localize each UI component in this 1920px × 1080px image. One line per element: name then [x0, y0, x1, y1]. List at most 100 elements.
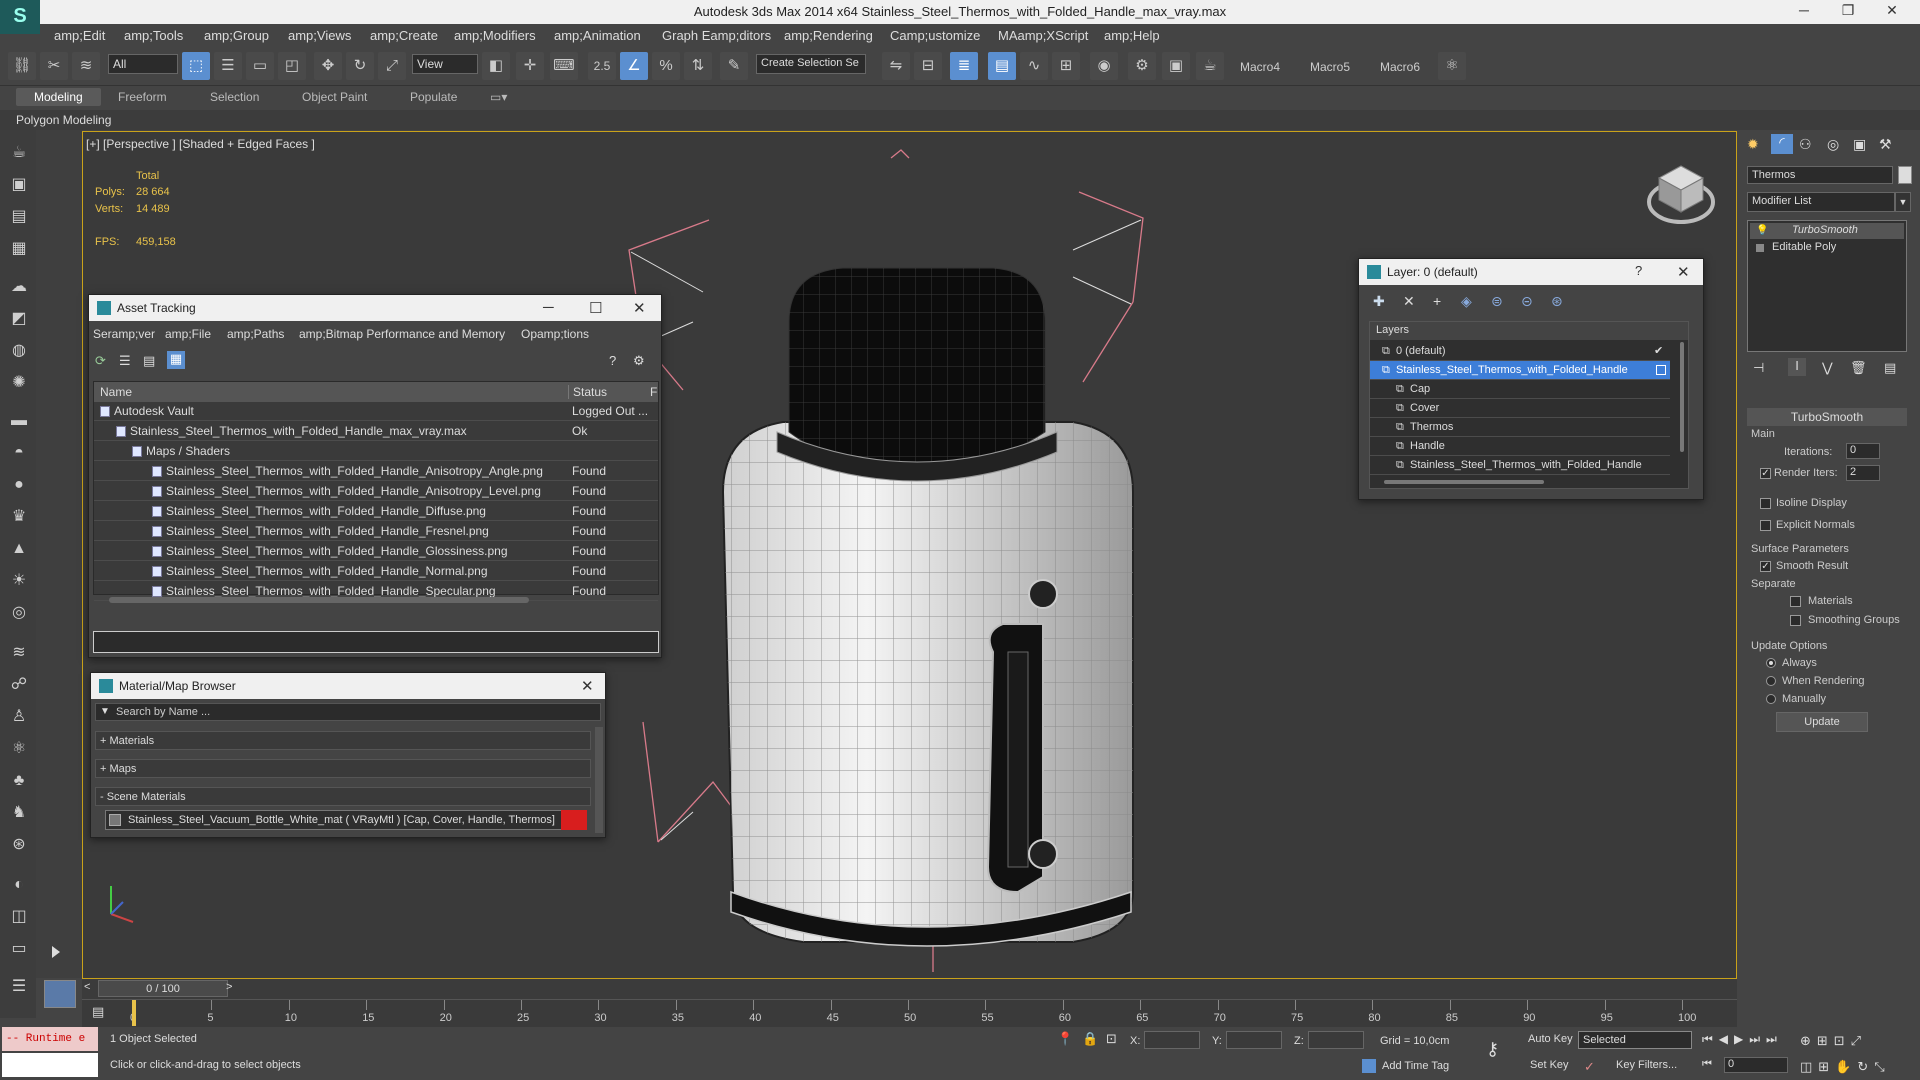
current-layer-check-icon[interactable]: ✔ — [1654, 342, 1663, 360]
column-status[interactable]: Status — [568, 385, 607, 399]
menu-animation[interactable]: amp;Animation — [554, 28, 641, 43]
key-icon[interactable]: ⚷ — [1486, 1039, 1499, 1060]
layer-manager-icon[interactable]: ≣ — [950, 52, 978, 80]
lock-selection-icon[interactable]: 🔒 — [1082, 1031, 1098, 1047]
horizontal-scrollbar[interactable] — [1384, 480, 1544, 484]
update-when-rendering-radio[interactable] — [1766, 676, 1776, 686]
horizontal-scrollbar[interactable] — [109, 597, 529, 603]
tab-freeform[interactable]: Freeform — [118, 90, 167, 104]
pin-stack-icon[interactable]: ⊣ — [1753, 360, 1764, 376]
curve-editor-icon[interactable]: ∿ — [1020, 52, 1048, 80]
explicit-normals-checkbox[interactable] — [1760, 520, 1771, 531]
tab-populate[interactable]: Populate — [410, 90, 457, 104]
close-button[interactable]: ✕ — [1677, 263, 1690, 281]
menu-create[interactable]: amp;Create — [370, 28, 438, 43]
vertical-scrollbar[interactable] — [595, 727, 603, 833]
time-tag-icon[interactable] — [1362, 1059, 1376, 1073]
schematic-view-icon[interactable]: ⊞ — [1052, 52, 1080, 80]
layer-row[interactable]: ⧉ Handle — [1370, 437, 1670, 456]
material-editor-icon[interactable]: ◉ — [1090, 52, 1118, 80]
material-slot-icon[interactable]: ◫ — [8, 906, 30, 928]
snaps-toggle-icon[interactable]: 2.5 — [588, 52, 616, 80]
hide-layers-icon[interactable]: ⊝ — [1521, 293, 1533, 310]
display-tab-icon[interactable]: ▣ — [1853, 136, 1866, 153]
expand-arrow-icon[interactable] — [52, 946, 60, 958]
select-object-icon[interactable]: ⬚ — [182, 52, 210, 80]
asset-menu-paths[interactable]: amp;Paths — [227, 327, 284, 341]
viewport-nav-controls[interactable]: ⊕⊞⊡⤢ — [1800, 1033, 1867, 1049]
gizmo-icon[interactable]: ◍ — [8, 340, 30, 362]
layer-row[interactable]: ⧉ Thermos — [1370, 418, 1670, 437]
disc-icon[interactable]: ◎ — [8, 602, 30, 624]
object-name-field[interactable]: Thermos — [1747, 166, 1893, 184]
angle-snap-icon[interactable]: ∠ — [620, 52, 648, 80]
link-icon[interactable]: ⛓ — [8, 52, 36, 80]
edit-named-selection-icon[interactable]: ✎ — [720, 52, 748, 80]
time-slider-thumb[interactable]: 0 / 100 — [98, 980, 228, 997]
render-setup-icon[interactable]: ⚙ — [1128, 52, 1156, 80]
update-always-radio[interactable] — [1766, 658, 1776, 668]
teapot-tool-icon[interactable]: ☕ — [8, 142, 30, 164]
y-coord-field[interactable] — [1226, 1031, 1282, 1049]
prev-frame-icon[interactable]: < — [84, 981, 90, 993]
menu-tools[interactable]: amp;Tools — [124, 28, 183, 43]
freeze-layers-icon[interactable]: ⊛ — [1551, 293, 1563, 310]
help-icon[interactable]: ? — [609, 353, 616, 368]
asset-row[interactable]: Stainless_Steel_Thermos_with_Folded_Hand… — [94, 482, 658, 501]
close-button[interactable]: ✕ — [633, 299, 646, 317]
asset-row[interactable]: Autodesk Vault Logged Out ... — [94, 402, 658, 421]
teapot-icon[interactable]: ⚛ — [1438, 52, 1466, 80]
make-unique-icon[interactable]: ⋁ — [1822, 360, 1833, 376]
atom-icon[interactable]: ⚛ — [8, 738, 30, 760]
hierarchy-tab-icon[interactable]: ⚇ — [1799, 136, 1812, 153]
layer-row[interactable]: ⧉ Cover — [1370, 399, 1670, 418]
polygon-modeling-panel[interactable]: Polygon Modeling — [16, 113, 111, 127]
z-coord-field[interactable] — [1308, 1031, 1364, 1049]
close-button[interactable]: ✕ — [581, 677, 594, 695]
select-in-layer-icon[interactable]: ◈ — [1461, 293, 1472, 310]
menu-group[interactable]: amp;Group — [204, 28, 269, 43]
turbosmooth-rollout-header[interactable]: TurboSmooth — [1747, 408, 1907, 426]
macro4-button[interactable]: Macro4 — [1240, 60, 1280, 74]
modifier-list-dropdown[interactable]: Modifier List — [1747, 192, 1895, 212]
section-scene-materials[interactable]: - Scene Materials — [95, 787, 591, 806]
set-key-icon[interactable]: ✓ — [1584, 1059, 1595, 1075]
bind-spacewarp-icon[interactable]: ≋ — [72, 52, 100, 80]
separate-materials-checkbox[interactable] — [1790, 596, 1801, 607]
isoline-display-checkbox[interactable] — [1760, 498, 1771, 509]
section-materials[interactable]: + Materials — [95, 731, 591, 750]
show-end-result-icon[interactable]: I — [1788, 358, 1806, 376]
layer-row[interactable]: ⧉ Stainless_Steel_Thermos_with_Folded_Han… — [1370, 456, 1670, 475]
asset-menu-server[interactable]: Seramp;ver — [93, 327, 155, 341]
select-manipulate-icon[interactable]: ✛ — [516, 52, 544, 80]
tab-object-paint[interactable]: Object Paint — [302, 90, 367, 104]
vertical-scrollbar[interactable] — [1680, 342, 1684, 452]
maxscript-listener[interactable]: -- Runtime e — [2, 1027, 98, 1051]
next-frame-icon[interactable]: > — [226, 981, 232, 993]
biped-icon[interactable]: ♙ — [8, 706, 30, 728]
current-frame-field[interactable]: 0 — [1724, 1057, 1788, 1073]
key-mode-dropdown[interactable]: Selected — [1578, 1031, 1692, 1049]
time-slider[interactable]: < 0 / 100 > — [82, 979, 1737, 999]
configure-sets-icon[interactable]: ▤ — [1884, 360, 1896, 376]
macro5-button[interactable]: Macro5 — [1310, 60, 1350, 74]
globe-icon[interactable]: ◐ — [8, 874, 30, 896]
maximize-button[interactable]: ❐ — [1828, 2, 1868, 19]
asset-row[interactable]: Stainless_Steel_Thermos_with_Folded_Hand… — [94, 422, 658, 441]
move-icon[interactable]: ✥ — [314, 52, 342, 80]
asset-menu-bitmap[interactable]: amp;Bitmap Performance and Memory — [299, 327, 505, 341]
menu-graph-editors[interactable]: Graph Eamp;ditors — [662, 28, 771, 43]
column-name[interactable]: Name — [100, 385, 132, 399]
stack-item-editable-poly[interactable]: Editable Poly — [1750, 240, 1904, 256]
layer-stack-icon[interactable]: ☰ — [8, 976, 30, 998]
pivot-center-icon[interactable]: ◧ — [482, 52, 510, 80]
tab-selection[interactable]: Selection — [210, 90, 259, 104]
graphite-toggle-icon[interactable]: ▤ — [988, 52, 1016, 80]
rotate-icon[interactable]: ↻ — [346, 52, 374, 80]
isolate-selection-icon[interactable]: 📍 — [1057, 1031, 1073, 1047]
open-track-view-icon[interactable]: ▤ — [92, 1004, 104, 1020]
orbit-pan-controls[interactable]: ◫⊞✋↻⤡ — [1800, 1059, 1891, 1075]
settings-icon[interactable]: ⚙ — [633, 353, 645, 369]
menu-modifiers[interactable]: amp;Modifiers — [454, 28, 536, 43]
scene-material-item[interactable]: Stainless_Steel_Vacuum_Bottle_White_mat … — [105, 810, 587, 830]
